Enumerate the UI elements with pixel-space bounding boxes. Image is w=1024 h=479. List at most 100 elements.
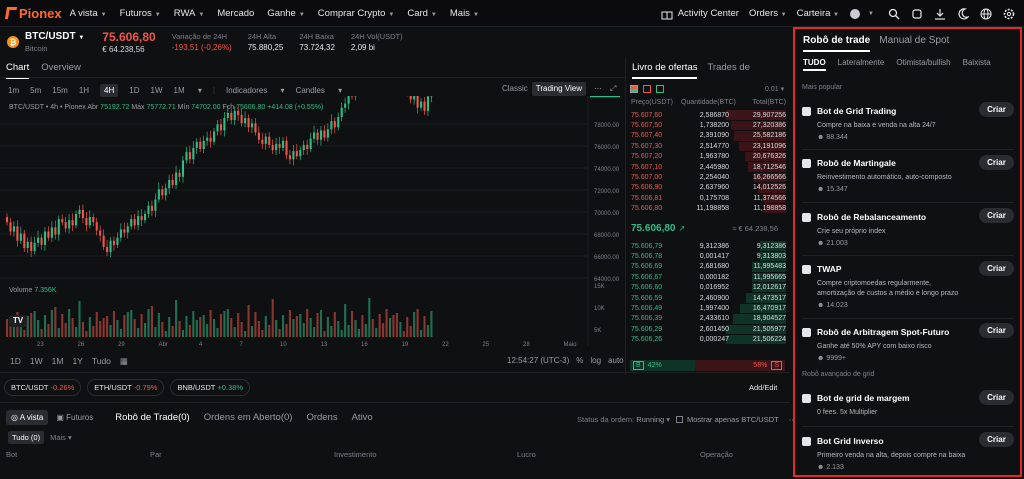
filter-all[interactable]: Tudo (0) — [8, 431, 45, 444]
settings-gear-icon[interactable] — [1002, 7, 1016, 21]
nav-rwa[interactable]: RWA ▼ — [174, 8, 205, 19]
ask-row[interactable]: 75.607,60 2,586870 29,907256 — [631, 110, 786, 120]
pionex-logo[interactable]: Pionex — [4, 6, 62, 21]
more-icon[interactable]: ⋯ — [590, 82, 606, 96]
tab-assets[interactable]: Ativo — [352, 412, 373, 423]
tab-trade-robot[interactable]: Robô de trade — [803, 35, 871, 52]
price-chart[interactable]: 78000.00 76000.00 74000.00 72000.00 70000.00… — [0, 96, 625, 351]
filter-more[interactable]: Mais ▾ — [50, 431, 72, 444]
interval-1mo[interactable]: 1M ▾ — [174, 86, 202, 95]
category-bearish[interactable]: Baixista — [963, 58, 991, 71]
log-toggle[interactable]: log — [590, 356, 601, 365]
bid-row[interactable]: 75.606,29 2,601450 21,505977 — [631, 324, 786, 335]
tab-trades[interactable]: Trades de — [707, 62, 749, 79]
bid-row[interactable]: 75.606,39 2,433610 18,904527 — [631, 314, 786, 324]
nav-mercado[interactable]: Mercado — [217, 8, 254, 19]
interval-1h[interactable]: 1H — [79, 86, 89, 95]
view-trading-view[interactable]: Trading View — [531, 82, 587, 96]
range-all[interactable]: Tudo — [92, 356, 111, 367]
nav-futuros[interactable]: Futuros ▼ — [120, 8, 161, 19]
precision-select[interactable]: 0.01 ▾ — [765, 85, 784, 93]
tab-futures[interactable]: ▣ Futuros — [51, 410, 98, 425]
bid-row[interactable]: 75.606,60 0,016952 12,012617 — [631, 283, 786, 293]
chip-btc[interactable]: BTC/USDT -0.26% — [4, 379, 82, 396]
orders-menu[interactable]: Orders ▼ — [749, 8, 787, 19]
mode-bids-icon[interactable] — [656, 85, 664, 93]
interval-15m[interactable]: 15m — [52, 86, 68, 95]
category-sideways[interactable]: Lateralmente — [838, 58, 885, 71]
category-bullish[interactable]: Otimista/bullish — [896, 58, 950, 71]
tab-orderbook[interactable]: Livro de ofertas — [632, 62, 698, 79]
activity-center-link[interactable]: Activity Center — [678, 8, 739, 19]
chip-bnb[interactable]: BNB/USDT +0.38% — [170, 379, 251, 396]
ask-row[interactable]: 75.606,90 2,637960 14,012526 — [631, 183, 786, 193]
bid-row[interactable]: 75.606,69 2,681680 11,995483 — [631, 262, 786, 272]
ask-row[interactable]: 75.607,00 2,254040 16,266566 — [631, 172, 786, 183]
ask-row[interactable]: 75.607,10 2,445980 18,712546 — [631, 162, 786, 172]
interval-1m[interactable]: 1m — [8, 86, 19, 95]
range-1d[interactable]: 1D — [10, 356, 21, 367]
notification-icon[interactable] — [910, 7, 924, 21]
add-edit-button[interactable]: Add/Edit — [749, 383, 777, 392]
bid-row[interactable]: 75.606,79 9,312386 9,312386 — [631, 241, 786, 251]
mode-both-icon[interactable] — [630, 85, 638, 93]
tab-manual-spot[interactable]: Manual de Spot — [879, 35, 949, 52]
create-arbitrage-button[interactable]: Criar — [979, 323, 1014, 338]
tab-trade-bots[interactable]: Robô de Trade(0) — [115, 412, 189, 423]
chip-eth[interactable]: ETH/USDT -0.79% — [87, 379, 165, 396]
nav-ganhe[interactable]: Ganhe ▼ — [267, 8, 304, 19]
volume-bar — [219, 314, 222, 337]
mode-asks-icon[interactable] — [643, 85, 651, 93]
chevron-down-icon[interactable]: ▼ — [864, 7, 878, 21]
ask-row[interactable]: 75.606,81 0,175708 11,374566 — [631, 193, 786, 204]
expand-icon[interactable]: ⤢ — [606, 82, 620, 96]
view-classic[interactable]: Classic — [498, 82, 532, 96]
order-status-filter[interactable]: Status da ordem: Running ▾ — [577, 415, 670, 424]
ask-row[interactable]: 75.607,20 1,963780 20,676326 — [631, 152, 786, 162]
create-martingale-button[interactable]: Criar — [979, 155, 1014, 170]
range-1m[interactable]: 1M — [52, 356, 64, 367]
create-twap-button[interactable]: Criar — [979, 261, 1014, 276]
bid-row[interactable]: 75.606,49 1,997400 16,470917 — [631, 303, 786, 314]
ask-row[interactable]: 75.607,50 1,738200 27,320386 — [631, 120, 786, 131]
tab-open-orders[interactable]: Ordens em Aberto(0) — [204, 412, 293, 423]
candles-button[interactable]: Candles ▾ — [296, 86, 343, 95]
ask-row[interactable]: 75.607,40 2,391090 25,582186 — [631, 131, 786, 141]
bid-row[interactable]: 75.606,78 0,001417 9,313803 — [631, 251, 786, 262]
search-icon[interactable] — [887, 7, 901, 21]
avatar[interactable] — [848, 7, 862, 21]
nav-a-vista[interactable]: A vista ▼ — [70, 8, 107, 19]
interval-1d[interactable]: 1D — [129, 86, 139, 95]
create-grid-bot-button[interactable]: Criar — [979, 102, 1014, 117]
clock-readout[interactable]: 12:54:27 (UTC-3) — [507, 356, 569, 365]
percent-toggle[interactable]: % — [576, 356, 583, 365]
category-all[interactable]: TUDO — [803, 58, 826, 71]
interval-1w[interactable]: 1W — [151, 86, 163, 95]
pair-selector[interactable]: BTC/USDT ▼ Bitcoin — [25, 31, 84, 53]
tab-spot[interactable]: ◎ A vista — [6, 410, 49, 425]
gift-icon[interactable] — [660, 7, 674, 21]
wallet-menu[interactable]: Carteira ▼ — [797, 8, 839, 19]
nav-mais[interactable]: Mais ▼ — [450, 8, 479, 19]
tab-orders[interactable]: Ordens — [306, 412, 337, 423]
nav-card[interactable]: Card ▼ — [407, 8, 437, 19]
ask-row[interactable]: 75.607,30 2,514770 23,191096 — [631, 141, 786, 152]
nav-comprar-crypto[interactable]: Comprar Crypto ▼ — [318, 8, 395, 19]
language-globe-icon[interactable] — [979, 7, 993, 21]
create-inverse-grid-button[interactable]: Criar — [979, 432, 1014, 447]
interval-5m[interactable]: 5m — [30, 86, 41, 95]
create-rebalance-button[interactable]: Criar — [979, 208, 1014, 223]
bid-row[interactable]: 75.606,67 0,000182 11,995665 — [631, 272, 786, 283]
range-1w[interactable]: 1W — [30, 356, 43, 367]
create-margin-grid-button[interactable]: Criar — [979, 390, 1014, 405]
calendar-icon[interactable]: ▦ — [120, 356, 128, 367]
theme-moon-icon[interactable] — [956, 7, 970, 21]
range-1y[interactable]: 1Y — [72, 356, 82, 367]
bid-row[interactable]: 75.606,26 0,000247 21,506224 — [631, 335, 786, 345]
bid-row[interactable]: 75.606,59 2,460900 14,473517 — [631, 293, 786, 303]
download-icon[interactable] — [933, 7, 947, 21]
indicators-button[interactable]: Indicadores ▾ — [226, 86, 285, 95]
only-current-pair-checkbox[interactable]: Mostrar apenas BTC/USDT⋯ — [676, 415, 796, 424]
auto-toggle[interactable]: auto — [608, 356, 624, 365]
ask-row[interactable]: 75.606,80 11,198858 11,198858 — [631, 204, 786, 214]
